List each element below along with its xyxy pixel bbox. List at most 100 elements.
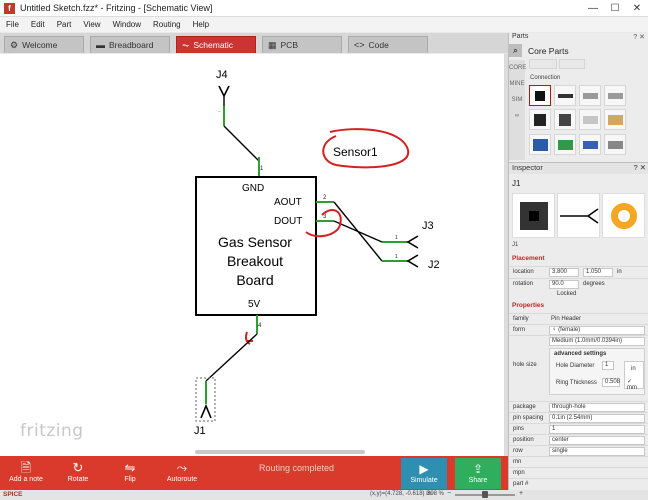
menu-part[interactable]: Part [51, 20, 78, 29]
location-x-input[interactable]: 3.800 [549, 268, 579, 277]
zoom-out-button[interactable]: − [447, 490, 451, 497]
menu-routing[interactable]: Routing [147, 20, 187, 29]
prop-row-row: row single [509, 445, 648, 456]
part-thumb-connector-8[interactable] [604, 109, 626, 130]
prop-row-select[interactable]: single [549, 447, 645, 456]
rotation-input[interactable]: 90.0 [549, 280, 579, 289]
part-thumb-connector-10[interactable] [554, 134, 576, 155]
menu-window[interactable]: Window [107, 20, 147, 29]
prop-part-number-key: part # [513, 481, 529, 487]
part-thumb-connector-11[interactable] [579, 134, 601, 155]
simulate-button[interactable]: ▶ Simulate [401, 458, 447, 489]
part-thumb-connector-2[interactable] [554, 85, 576, 106]
schematic-canvas[interactable]: J4 ‒ 1 GND AOUT DOUT Gas Sensor Breakout… [0, 54, 504, 456]
part-thumb-connector-7[interactable] [579, 109, 601, 130]
prop-pins-select[interactable]: 1 [549, 425, 645, 434]
share-button[interactable]: ⇪ Share [455, 458, 501, 489]
part-thumb-label[interactable] [559, 59, 585, 69]
j3-label: J3 [422, 220, 434, 232]
horizontal-scrollbar[interactable] [195, 450, 365, 454]
part-thumb-connector-4[interactable] [604, 85, 626, 106]
locked-checkbox-label[interactable]: Locked [557, 291, 576, 297]
j3-connector-symbol[interactable] [406, 235, 419, 249]
prop-size-select[interactable]: Medium (1.0mm/0.0394in) [549, 337, 645, 346]
parts-search-row: ⌕ Core Parts [509, 44, 648, 57]
hole-diameter-label: Hole Diameter [556, 363, 595, 369]
maximize-button[interactable]: ☐ [604, 0, 626, 17]
menu-edit[interactable]: Edit [25, 20, 51, 29]
pin-num-4: 4 [258, 323, 262, 329]
j4-connector-symbol[interactable] [218, 85, 230, 98]
hole-diameter-input[interactable]: 1 [602, 361, 614, 370]
unit-mm-option[interactable]: ✓ mm [627, 378, 643, 391]
tab-welcome[interactable]: ⚙ Welcome [4, 36, 84, 53]
search-icon[interactable]: ⌕ [509, 44, 522, 57]
bin-tab-contrib[interactable]: ∞ [509, 108, 525, 124]
sensor1-annotation-text: Sensor1 [333, 145, 378, 159]
autoroute-label: Autoroute [166, 476, 198, 483]
cursor-coordinates: (x,y)=(4.728, -0.618) in [370, 491, 431, 497]
add-note-button[interactable]: 🗎 Add a note [0, 456, 52, 490]
part-thumb-connector-3[interactable] [579, 85, 601, 106]
wire-j4-gnd[interactable] [223, 125, 260, 162]
autoroute-button[interactable]: ⤳ Autoroute [156, 456, 208, 490]
part-thumb-connector-5[interactable] [529, 109, 551, 130]
location-unit[interactable]: in [617, 269, 622, 275]
inspector-header-controls[interactable]: ? ✕ [633, 163, 648, 174]
rotate-button[interactable]: ↻ Rotate [52, 456, 104, 490]
inspector-header: Inspector ? ✕ [509, 162, 648, 174]
bin-tab-mine[interactable]: MINE [509, 76, 525, 92]
usb-b-icon [608, 93, 623, 99]
parts-header-controls[interactable]: ? ✕ [633, 33, 648, 43]
part-thumb-connector-9[interactable] [529, 134, 551, 155]
tab-schematic[interactable]: ⏦ Schematic [176, 36, 256, 53]
dc-jack-icon [533, 139, 548, 151]
unit-in-option[interactable]: in [631, 366, 636, 372]
prop-position-select[interactable]: center [549, 436, 645, 445]
jack-icon [534, 114, 546, 126]
menu-view[interactable]: View [77, 20, 106, 29]
add-note-label: Add a note [9, 476, 43, 483]
flip-button[interactable]: ⇋ Flip [104, 456, 156, 490]
bin-tab-core[interactable]: CORE [509, 60, 526, 76]
tab-schematic-label: Schematic [193, 40, 234, 50]
menu-file[interactable]: File [0, 20, 25, 29]
prop-form-row: form ♀ (female) [509, 324, 648, 335]
j2-connector-symbol[interactable] [406, 254, 419, 268]
menu-help[interactable]: Help [187, 20, 215, 29]
zoom-slider-handle[interactable] [482, 491, 488, 498]
tab-breadboard[interactable]: ▬ Breadboard [90, 36, 170, 53]
prop-pin-spacing-key: pin spacing [513, 415, 544, 421]
prop-mn-row: mn [509, 456, 648, 467]
pcb-pad-icon [610, 203, 637, 229]
tab-code[interactable]: <> Code [348, 36, 428, 53]
tab-pcb[interactable]: ▦ PCB [262, 36, 342, 53]
ring-thickness-input[interactable]: 0.508 [602, 378, 620, 387]
j1-connector-symbol[interactable] [200, 403, 212, 419]
tab-code-label: Code [368, 40, 389, 50]
zoom-in-button[interactable]: + [519, 490, 523, 497]
schematic-drawing: J4 ‒ 1 GND AOUT DOUT Gas Sensor Breakout… [194, 69, 440, 437]
part-thumb-connector-12[interactable] [604, 134, 626, 155]
prop-pins-key: pins [513, 426, 525, 432]
bin-tab-sim[interactable]: SIM [509, 92, 525, 108]
prop-package-select[interactable]: through-hole [549, 403, 645, 412]
autoroute-icon: ⤳ [176, 460, 188, 475]
minimize-button[interactable]: — [582, 0, 604, 17]
share-label: Share [468, 477, 488, 484]
inspector-preview-images [512, 193, 646, 238]
inspector-title: J1 [512, 179, 521, 188]
prop-pin-spacing-select[interactable]: 0.1in (2.54mm) [549, 414, 645, 423]
part-thumb-logo[interactable] [529, 59, 557, 69]
location-y-input[interactable]: 1.050 [583, 268, 613, 277]
part-thumb-header-selected[interactable] [529, 85, 551, 106]
close-button[interactable]: ✕ [626, 0, 648, 17]
share-icon: ⇪ [472, 462, 484, 476]
terminal-icon [583, 116, 598, 124]
rotation-label: rotation [513, 281, 534, 287]
part-thumb-connector-6[interactable] [554, 109, 576, 130]
prop-form-select[interactable]: ♀ (female) [549, 326, 645, 335]
wire-5v-j1[interactable] [205, 333, 258, 382]
prop-position-row: position center [509, 434, 648, 445]
j4-pin-num: ‒ [218, 109, 221, 115]
